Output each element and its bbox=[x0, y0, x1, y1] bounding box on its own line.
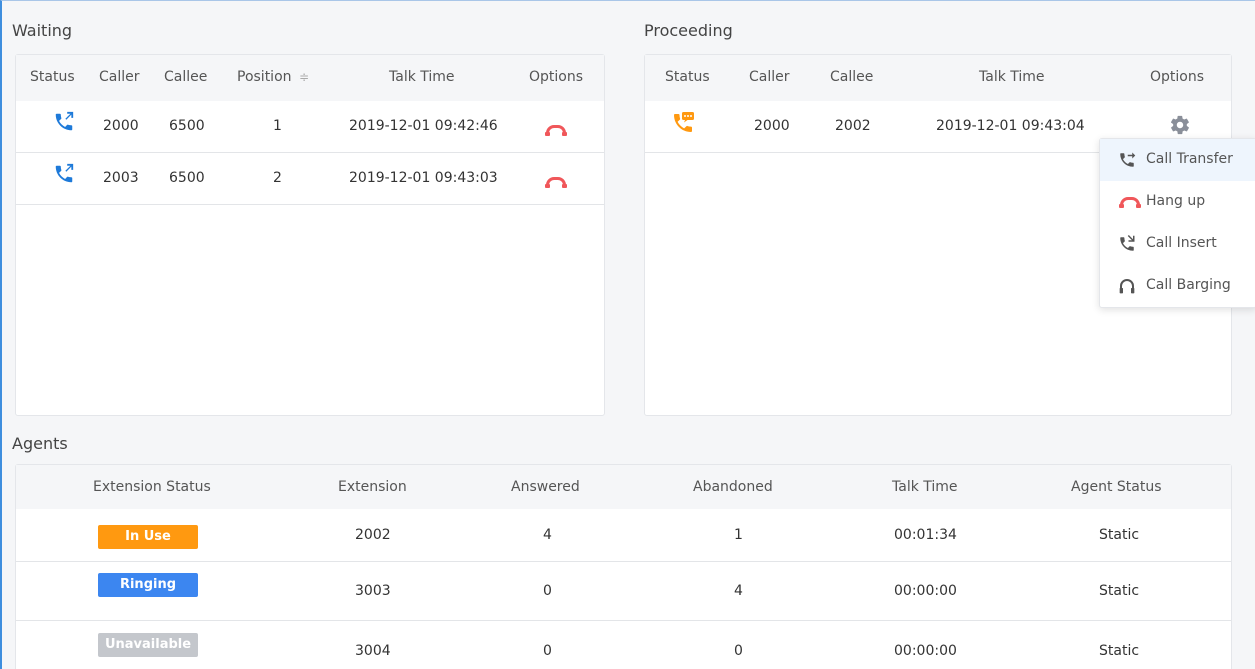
agent-extension: 2002 bbox=[355, 527, 391, 543]
hang-up-icon[interactable] bbox=[545, 125, 567, 136]
options-dropdown-menu: Call Transfer Hang up Call Insert Call B… bbox=[1099, 138, 1255, 308]
proceeding-header-status: Status bbox=[665, 69, 710, 85]
menu-item-call-transfer[interactable]: Call Transfer bbox=[1100, 139, 1255, 181]
status-badge: Ringing bbox=[98, 573, 198, 597]
agent-answered: 0 bbox=[543, 643, 552, 659]
queue-monitor-page: Waiting Status Caller Callee Position ≑ … bbox=[0, 0, 1255, 669]
call-transfer-label: Call Transfer bbox=[1146, 151, 1233, 167]
table-row: Ringing 3003 0 4 00:00:00 Static bbox=[16, 562, 1231, 621]
agent-abandoned: 4 bbox=[734, 583, 743, 599]
call-barging-label: Call Barging bbox=[1146, 277, 1231, 293]
call-transfer-icon bbox=[1118, 151, 1136, 173]
menu-item-call-insert[interactable]: Call Insert bbox=[1100, 223, 1255, 265]
waiting-position: 1 bbox=[273, 118, 282, 134]
agent-extension: 3004 bbox=[355, 643, 391, 659]
waiting-table-header: Status Caller Callee Position ≑ Talk Tim… bbox=[16, 55, 604, 101]
table-row: In Use 2002 4 1 00:01:34 Static bbox=[16, 509, 1231, 562]
waiting-callee: 6500 bbox=[169, 170, 205, 186]
menu-item-call-barging[interactable]: Call Barging bbox=[1100, 265, 1255, 307]
incoming-call-icon bbox=[53, 111, 75, 137]
agent-answered: 4 bbox=[543, 527, 552, 543]
proceeding-table-header: Status Caller Callee Talk Time Options bbox=[645, 55, 1231, 101]
waiting-title: Waiting bbox=[12, 21, 73, 40]
talking-call-icon bbox=[671, 111, 695, 139]
waiting-panel: Status Caller Callee Position ≑ Talk Tim… bbox=[15, 54, 605, 416]
headset-icon bbox=[1119, 278, 1135, 298]
agent-status: Static bbox=[1099, 643, 1140, 659]
position-label: Position bbox=[237, 69, 292, 85]
agents-header-agent-status: Agent Status bbox=[1071, 479, 1162, 495]
menu-item-hang-up[interactable]: Hang up bbox=[1100, 181, 1255, 223]
proceeding-header-talk-time: Talk Time bbox=[979, 69, 1045, 85]
agent-talk-time: 00:01:34 bbox=[894, 527, 957, 543]
waiting-talk-time: 2019-12-01 09:42:46 bbox=[349, 118, 498, 134]
agents-header-abandoned: Abandoned bbox=[693, 479, 773, 495]
agent-abandoned: 1 bbox=[734, 527, 743, 543]
incoming-call-icon bbox=[53, 163, 75, 189]
waiting-header-callee: Callee bbox=[164, 69, 208, 85]
hang-up-icon bbox=[1119, 197, 1141, 208]
agents-table-header: Extension Status Extension Answered Aban… bbox=[16, 465, 1231, 511]
proceeding-header-callee: Callee bbox=[830, 69, 874, 85]
proceeding-title: Proceeding bbox=[644, 21, 733, 40]
agents-title: Agents bbox=[12, 434, 68, 453]
waiting-caller: 2000 bbox=[103, 118, 139, 134]
waiting-header-status: Status bbox=[30, 69, 75, 85]
waiting-callee: 6500 bbox=[169, 118, 205, 134]
proceeding-talk-time: 2019-12-01 09:43:04 bbox=[936, 118, 1085, 134]
hang-up-icon[interactable] bbox=[545, 177, 567, 188]
agents-panel: Extension Status Extension Answered Aban… bbox=[15, 464, 1232, 669]
agents-header-extension-status: Extension Status bbox=[93, 479, 211, 495]
agents-header-extension: Extension bbox=[338, 479, 407, 495]
agent-talk-time: 00:00:00 bbox=[894, 643, 957, 659]
waiting-header-talk-time: Talk Time bbox=[389, 69, 455, 85]
hang-up-label: Hang up bbox=[1146, 193, 1206, 209]
table-row: 2000 6500 1 2019-12-01 09:42:46 bbox=[16, 101, 604, 153]
waiting-header-caller: Caller bbox=[99, 69, 140, 85]
agent-talk-time: 00:00:00 bbox=[894, 583, 957, 599]
call-insert-label: Call Insert bbox=[1146, 235, 1217, 251]
status-badge: In Use bbox=[98, 525, 198, 549]
waiting-caller: 2003 bbox=[103, 170, 139, 186]
table-row: 2003 6500 2 2019-12-01 09:43:03 bbox=[16, 153, 604, 205]
agents-header-answered: Answered bbox=[511, 479, 580, 495]
agent-status: Static bbox=[1099, 527, 1140, 543]
waiting-talk-time: 2019-12-01 09:43:03 bbox=[349, 170, 498, 186]
agent-status: Static bbox=[1099, 583, 1140, 599]
agent-extension: 3003 bbox=[355, 583, 391, 599]
agent-abandoned: 0 bbox=[734, 643, 743, 659]
proceeding-header-caller: Caller bbox=[749, 69, 790, 85]
gear-icon[interactable] bbox=[1169, 114, 1191, 140]
waiting-position: 2 bbox=[273, 170, 282, 186]
table-row: Unavailable 3004 0 0 00:00:00 Static bbox=[16, 621, 1231, 669]
call-insert-icon bbox=[1118, 235, 1136, 257]
waiting-header-options: Options bbox=[529, 69, 584, 85]
proceeding-caller: 2000 bbox=[754, 118, 790, 134]
proceeding-callee: 2002 bbox=[835, 118, 871, 134]
status-badge: Unavailable bbox=[98, 633, 198, 657]
proceeding-header-options: Options bbox=[1150, 69, 1205, 85]
agent-answered: 0 bbox=[543, 583, 552, 599]
agents-header-talk-time: Talk Time bbox=[892, 479, 958, 495]
sort-icon[interactable]: ≑ bbox=[299, 70, 309, 84]
waiting-header-position[interactable]: Position ≑ bbox=[237, 69, 309, 85]
